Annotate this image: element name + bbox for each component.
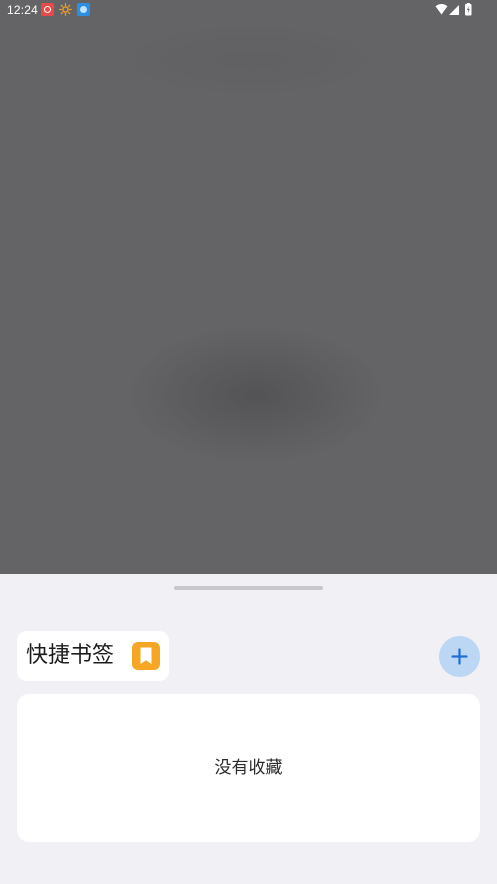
battery-icon bbox=[465, 3, 472, 16]
status-time: 12:24 bbox=[7, 3, 39, 17]
wifi-icon bbox=[435, 4, 448, 15]
bookmarks-bottom-sheet: 快捷书签 没有收藏 bbox=[0, 574, 497, 884]
app-blue-icon bbox=[77, 3, 90, 16]
bookmarks-list-card: 没有收藏 bbox=[17, 694, 480, 842]
cell-signal-icon bbox=[449, 5, 459, 15]
bookmark-icon bbox=[132, 642, 160, 670]
empty-state-message: 没有收藏 bbox=[214, 758, 283, 778]
status-bar: 12:24 bbox=[0, 0, 497, 22]
sheet-title-pill: 快捷书签 bbox=[17, 631, 169, 681]
sheet-drag-handle[interactable] bbox=[174, 586, 323, 590]
dimmed-background-scrim[interactable] bbox=[0, 0, 497, 574]
add-bookmark-button[interactable] bbox=[439, 636, 480, 677]
sun-icon bbox=[59, 3, 72, 16]
system-status-icons bbox=[435, 3, 479, 17]
sheet-title: 快捷书签 bbox=[26, 643, 115, 668]
app-red-icon bbox=[41, 3, 54, 16]
plus-icon bbox=[451, 648, 468, 665]
